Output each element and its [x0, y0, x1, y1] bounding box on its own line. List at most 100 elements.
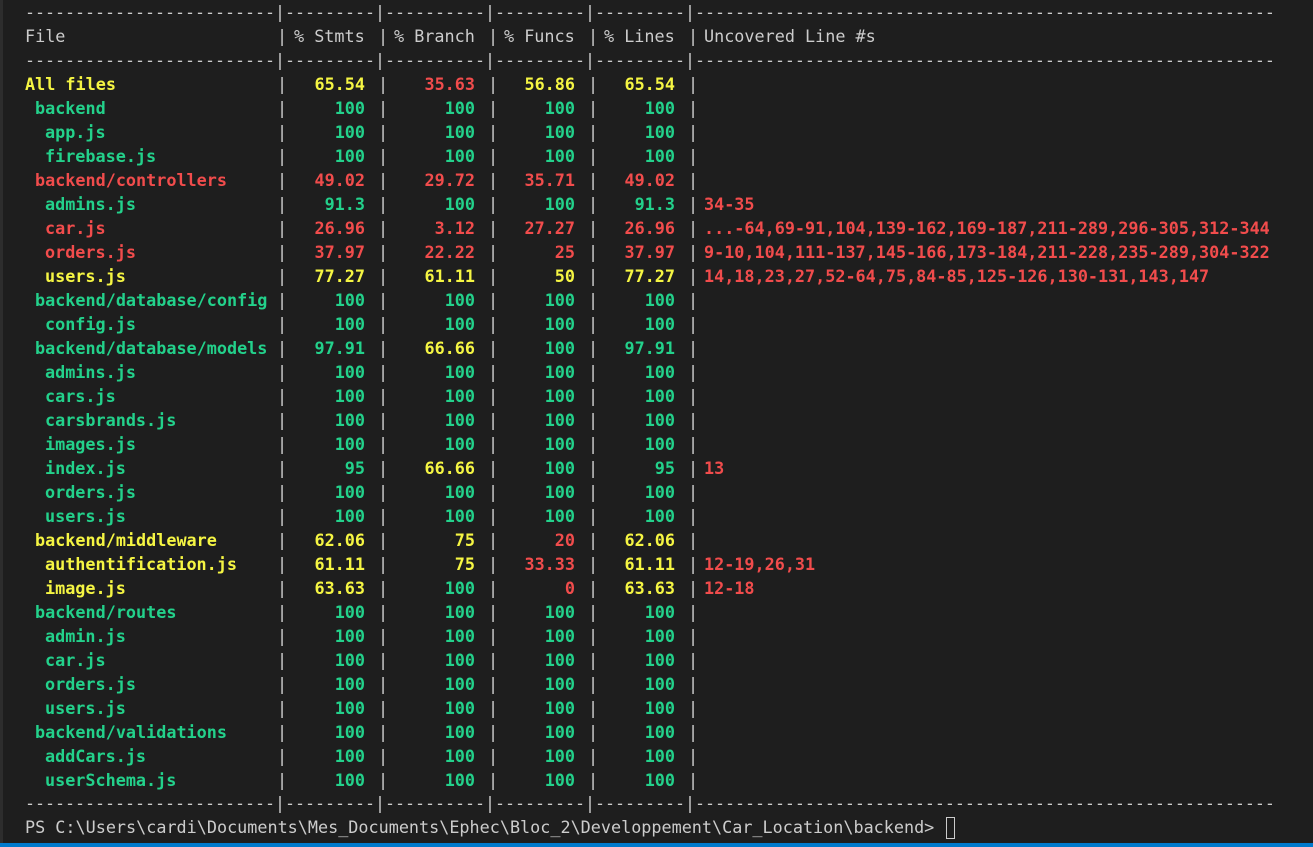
header-lines: % Lines — [604, 26, 675, 46]
column-separator: | — [277, 362, 288, 382]
file-name: orders.js — [45, 674, 136, 694]
table-row: users.js | 100 | 100 | 100 | 100 | — [25, 504, 1275, 528]
column-separator: | — [588, 602, 599, 622]
funcs-value: 100 — [544, 194, 575, 214]
column-separator: | — [688, 434, 699, 454]
prompt-text: PS C:\Users\cardi\Documents\Mes_Document… — [25, 817, 945, 837]
branch-value: 100 — [444, 650, 475, 670]
table-row: backend | 100 | 100 | 100 | 100 | — [25, 96, 1275, 120]
lines-value: 100 — [644, 746, 675, 766]
stmts-value: 65.54 — [314, 74, 365, 94]
stmts-value: 100 — [334, 602, 365, 622]
funcs-value: 100 — [544, 698, 575, 718]
funcs-value: 100 — [544, 338, 575, 358]
column-separator: | — [588, 74, 599, 94]
uncovered-lines: ...-64,69-91,104,139-162,169-187,211-289… — [704, 218, 1270, 238]
file-name: firebase.js — [45, 146, 157, 166]
column-separator: | — [588, 362, 599, 382]
branch-value: 100 — [444, 578, 475, 598]
column-separator: | — [488, 386, 499, 406]
file-name: index.js — [45, 458, 126, 478]
branch-value: 100 — [444, 122, 475, 142]
uncovered-lines: 34-35 — [704, 194, 755, 214]
branch-value: 35.63 — [424, 74, 475, 94]
column-separator: | — [277, 578, 288, 598]
column-separator: | — [277, 290, 288, 310]
column-separator: | — [378, 650, 389, 670]
column-separator: | — [488, 626, 499, 646]
column-separator: | — [488, 338, 499, 358]
column-separator: | — [378, 722, 389, 742]
column-separator: | — [588, 482, 599, 502]
table-row: All files | 65.54 | 35.63 | 56.86 | 65.54 | — [25, 72, 1275, 96]
lines-value: 100 — [644, 626, 675, 646]
table-row: carsbrands.js | 100 | 100 | 100 | 100 | — [25, 408, 1275, 432]
file-name: users.js — [45, 698, 126, 718]
lines-value: 100 — [644, 386, 675, 406]
column-separator: | — [488, 554, 499, 574]
terminal-panel[interactable]: -------------------------|---------|----… — [0, 0, 1313, 843]
uncovered-lines: 9-10,104,111-137,145-166,173-184,211-228… — [704, 242, 1270, 262]
funcs-value: 33.33 — [524, 554, 575, 574]
stmts-value: 100 — [334, 386, 365, 406]
funcs-value: 100 — [544, 362, 575, 382]
column-separator: | — [277, 194, 288, 214]
table-row: car.js | 26.96 | 3.12 | 27.27 | 26.96 | ...-64,69-… — [25, 216, 1275, 240]
file-name: backend/controllers — [35, 170, 227, 190]
lines-value: 100 — [644, 122, 675, 142]
branch-value: 75 — [454, 530, 475, 550]
file-name: backend/validations — [35, 722, 227, 742]
column-separator: | — [488, 434, 499, 454]
table-row: car.js | 100 | 100 | 100 | 100 | — [25, 648, 1275, 672]
uncovered-lines: 14,18,23,27,52-64,75,84-85,125-126,130-1… — [704, 266, 1210, 286]
table-row: backend/validations | 100 | 100 | 100 | 100 | — [25, 720, 1275, 744]
column-separator: | — [488, 746, 499, 766]
file-name: orders.js — [45, 242, 136, 262]
shell-prompt[interactable]: PS C:\Users\cardi\Documents\Mes_Document… — [25, 815, 956, 839]
funcs-value: 100 — [544, 410, 575, 430]
column-separator: | — [488, 578, 499, 598]
lines-value: 49.02 — [624, 170, 675, 190]
lines-value: 65.54 — [624, 74, 675, 94]
file-name: image.js — [45, 578, 126, 598]
lines-value: 100 — [644, 314, 675, 334]
table-row: backend/database/models | 97.91 | 66.66 | 100 |… — [25, 336, 1275, 360]
branch-value: 100 — [444, 626, 475, 646]
column-separator: | — [488, 770, 499, 790]
file-name: users.js — [45, 506, 126, 526]
column-separator: | — [588, 194, 599, 214]
file-name: orders.js — [45, 482, 136, 502]
column-separator: | — [277, 98, 288, 118]
branch-value: 100 — [444, 434, 475, 454]
table-separator-bottom: -------------------------|---------|----… — [25, 793, 1275, 813]
lines-value: 37.97 — [624, 242, 675, 262]
column-separator: | — [688, 674, 699, 694]
column-separator: | — [488, 602, 499, 622]
column-separator: | — [378, 770, 389, 790]
lines-value: 100 — [644, 98, 675, 118]
column-separator: | — [488, 194, 499, 214]
stmts-value: 100 — [334, 362, 365, 382]
column-separator: | — [378, 122, 389, 142]
table-row: orders.js | 37.97 | 22.22 | 25 | 37.97 | 9-10,104,… — [25, 240, 1275, 264]
column-separator: | — [688, 386, 699, 406]
column-separator: | — [588, 506, 599, 526]
column-separator: | — [488, 650, 499, 670]
column-separator: | — [588, 386, 599, 406]
table-header-row: File | % Stmts | % Branch | % Funcs | % … — [25, 24, 876, 48]
table-row: orders.js | 100 | 100 | 100 | 100 | — [25, 480, 1275, 504]
table-row: cars.js | 100 | 100 | 100 | 100 | — [25, 384, 1275, 408]
file-name: backend/database/config — [35, 290, 268, 310]
branch-value: 22.22 — [424, 242, 475, 262]
file-name: authentification.js — [45, 554, 237, 574]
column-separator: | — [378, 194, 389, 214]
stmts-value: 100 — [334, 434, 365, 454]
column-separator: | — [688, 98, 699, 118]
file-name: admins.js — [45, 194, 136, 214]
table-row: admins.js | 100 | 100 | 100 | 100 | — [25, 360, 1275, 384]
stmts-value: 100 — [334, 98, 365, 118]
column-separator: | — [277, 26, 288, 46]
column-separator: | — [688, 410, 699, 430]
column-separator: | — [488, 290, 499, 310]
lines-value: 100 — [644, 674, 675, 694]
